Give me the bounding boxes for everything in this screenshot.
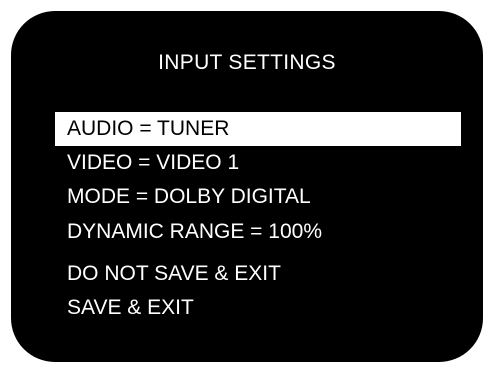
save-exit-button[interactable]: SAVE & EXIT <box>55 291 461 325</box>
menu-item-video[interactable]: VIDEO = VIDEO 1 <box>55 146 461 180</box>
menu-item-audio[interactable]: AUDIO = TUNER <box>55 112 461 146</box>
menu-title: INPUT SETTINGS <box>158 51 336 74</box>
osd-screen: INPUT SETTINGS AUDIO = TUNER VIDEO = VID… <box>11 11 483 362</box>
do-not-save-exit-button[interactable]: DO NOT SAVE & EXIT <box>55 257 461 291</box>
menu-item-dynamic-range[interactable]: DYNAMIC RANGE = 100% <box>55 215 461 249</box>
menu-item-mode[interactable]: MODE = DOLBY DIGITAL <box>55 180 461 214</box>
